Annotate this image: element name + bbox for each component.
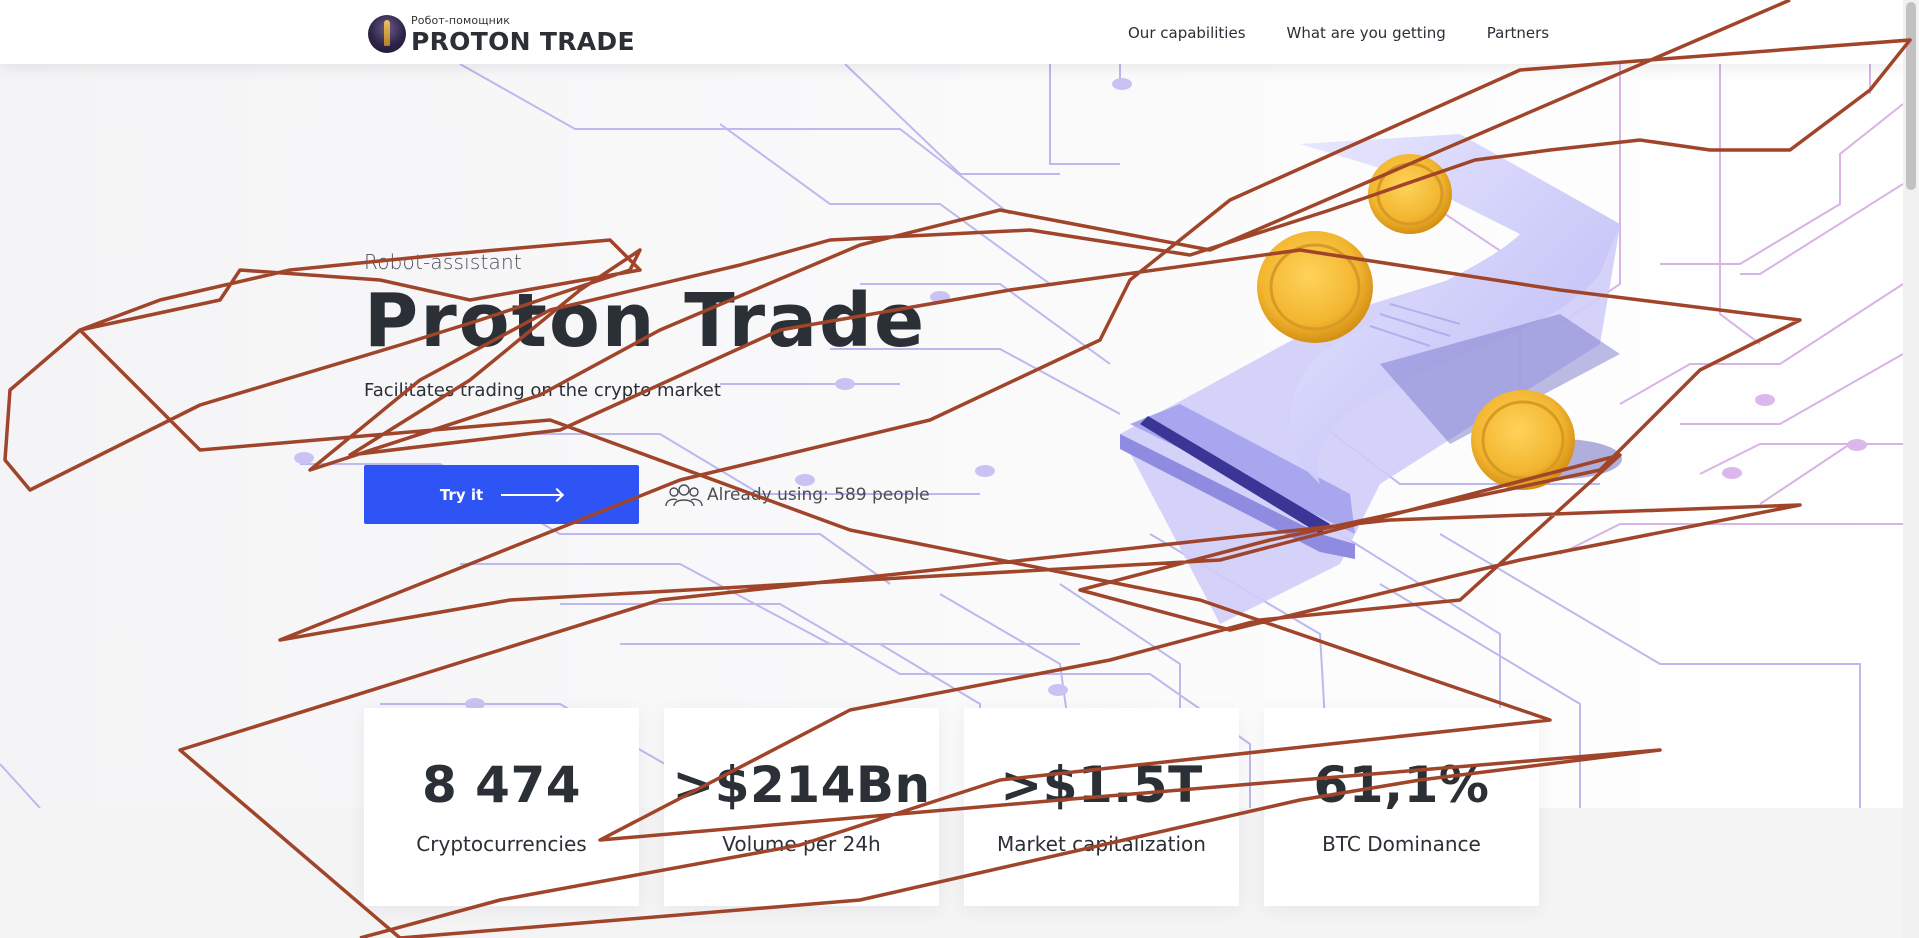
hero: Robot-assistant Proton Trade Facilitates… <box>364 250 926 401</box>
users-icon <box>665 483 703 506</box>
stat-value: >$214Bn <box>672 756 931 814</box>
stat-value: >$1.5T <box>1000 756 1203 814</box>
cta-row: Try it Already using: 589 people <box>364 465 930 524</box>
brand-tagline: Робот-помощник <box>411 13 510 27</box>
stat-card: 61,1% BTC Dominance <box>1264 708 1539 906</box>
stat-card: >$214Bn Volume per 24h <box>664 708 939 906</box>
scrollbar[interactable] <box>1903 0 1919 938</box>
users-count-text: Already using: 589 people <box>707 484 930 505</box>
stat-card: 8 474 Cryptocurrencies <box>364 708 639 906</box>
scrollbar-thumb[interactable] <box>1906 2 1916 190</box>
hero-illustration <box>0 64 1903 808</box>
try-it-button[interactable]: Try it <box>364 465 639 524</box>
stat-label: Volume per 24h <box>722 832 881 856</box>
nav-partners[interactable]: Partners <box>1487 24 1549 42</box>
arrow-right-icon <box>501 489 563 501</box>
stats-row: 8 474 Cryptocurrencies >$214Bn Volume pe… <box>364 708 1539 906</box>
stat-card: >$1.5T Market capitalization <box>964 708 1239 906</box>
brand-name: PROTON TRADE <box>411 26 635 56</box>
main-nav: Our capabilities What are you getting Pa… <box>1128 24 1549 42</box>
logo-icon <box>368 15 406 53</box>
brand-logo-link[interactable]: Робот-помощник PROTON TRADE <box>368 14 635 54</box>
stat-label: Cryptocurrencies <box>416 832 587 856</box>
users-count: Already using: 589 people <box>665 482 930 508</box>
stat-label: BTC Dominance <box>1322 832 1481 856</box>
nav-what-are-you-getting[interactable]: What are you getting <box>1287 24 1446 42</box>
hero-subtitle: Robot-assistant <box>364 250 522 274</box>
stat-label: Market capitalization <box>997 832 1206 856</box>
nav-our-capabilities[interactable]: Our capabilities <box>1128 24 1246 42</box>
hero-title: Proton Trade <box>364 278 927 364</box>
site-header: Робот-помощник PROTON TRADE Our capabili… <box>0 0 1903 64</box>
page: Робот-помощник PROTON TRADE Our capabili… <box>0 0 1919 938</box>
hero-description: Facilitates trading on the crypto market <box>364 380 721 401</box>
stat-value: 8 474 <box>421 756 582 814</box>
stat-value: 61,1% <box>1313 756 1490 814</box>
try-it-label: Try it <box>439 485 484 504</box>
